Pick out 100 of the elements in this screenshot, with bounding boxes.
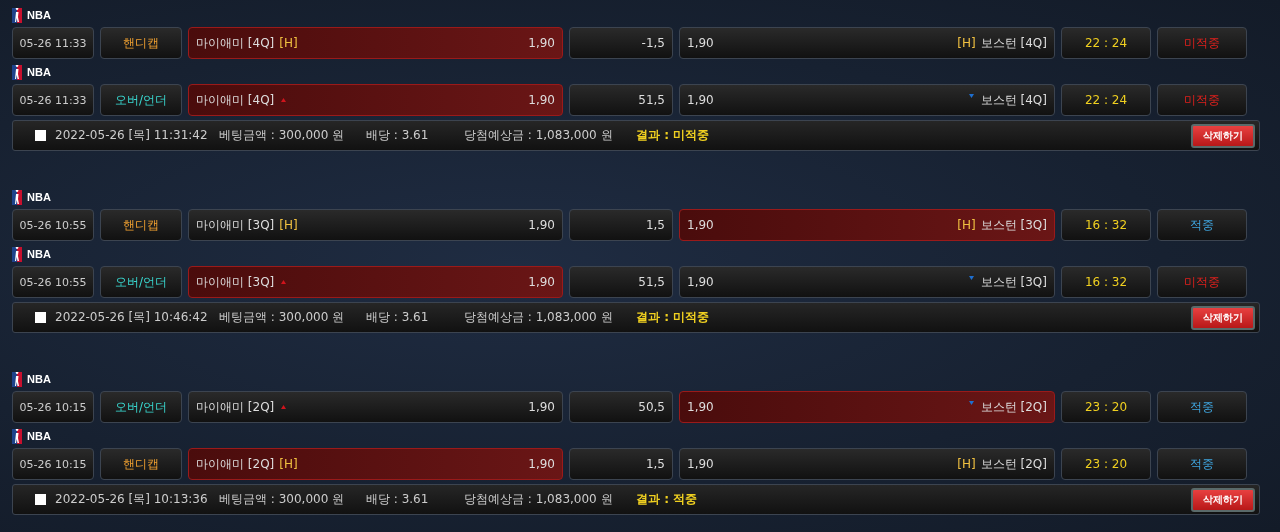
- line-value: 51,5: [569, 266, 673, 298]
- team-name: 보스턴 [2Q]: [980, 398, 1047, 416]
- odds: 1,90: [528, 36, 555, 50]
- match-time: 05-26 10:15: [12, 448, 94, 480]
- home-tag: [H]: [957, 36, 976, 50]
- line-value: 51,5: [569, 84, 673, 116]
- team-name: 보스턴 [3Q]: [980, 273, 1047, 291]
- up-arrow-icon: [281, 98, 287, 102]
- bet-date: 2022-05-26 [목] 10:13:36: [55, 491, 209, 508]
- down-arrow-icon: [968, 94, 974, 98]
- home-tag: [H]: [279, 457, 298, 471]
- home-team-cell[interactable]: 마이애미 [2Q] 1,90: [188, 391, 563, 423]
- odds: 1,90: [687, 457, 714, 471]
- team-name: 보스턴 [3Q]: [980, 216, 1047, 234]
- odds: 1,90: [528, 275, 555, 289]
- odds: 1,90: [687, 275, 714, 289]
- away-team-cell[interactable]: 1,90 [H] 보스턴 [4Q]: [679, 27, 1055, 59]
- total-odds: 배당 : 3.61: [366, 127, 430, 144]
- home-team-cell[interactable]: 마이애미 [4Q] 1,90: [188, 84, 563, 116]
- team-name: 보스턴 [2Q]: [980, 455, 1047, 473]
- market-type: 오버/언더: [100, 266, 182, 298]
- league-name: NBA: [27, 66, 51, 78]
- score: 16 : 32: [1061, 209, 1151, 241]
- away-team-cell[interactable]: 1,90 [H] 보스턴 [2Q]: [679, 448, 1055, 480]
- checkbox[interactable]: [35, 494, 46, 505]
- league-logo-icon: [12, 7, 22, 23]
- down-arrow-icon: [968, 401, 974, 405]
- match-time: 05-26 10:15: [12, 391, 94, 423]
- score: 23 : 20: [1061, 448, 1151, 480]
- market-type: 핸디캡: [100, 27, 182, 59]
- league-name: NBA: [27, 9, 51, 21]
- league-logo-icon: [12, 64, 22, 80]
- score: 23 : 20: [1061, 391, 1151, 423]
- league-name: NBA: [27, 191, 51, 203]
- away-team-cell[interactable]: 1,90 보스턴 [2Q]: [679, 391, 1055, 423]
- home-tag: [H]: [279, 36, 298, 50]
- odds: 1,90: [687, 36, 714, 50]
- league-name: NBA: [27, 373, 51, 385]
- away-team-cell[interactable]: 1,90 보스턴 [3Q]: [679, 266, 1055, 298]
- match-time: 05-26 11:33: [12, 27, 94, 59]
- bet-amount: 베팅금액 : 300,000 원: [219, 127, 346, 144]
- league-name: NBA: [27, 430, 51, 442]
- checkbox[interactable]: [35, 312, 46, 323]
- match-time: 05-26 11:33: [12, 84, 94, 116]
- home-tag: [H]: [279, 218, 298, 232]
- home-team-cell[interactable]: 마이애미 [3Q] [H] 1,90: [188, 209, 563, 241]
- team-name: 마이애미 [4Q]: [196, 91, 275, 109]
- result-status: 미적중: [1157, 27, 1247, 59]
- up-arrow-icon: [281, 280, 287, 284]
- home-team-cell[interactable]: 마이애미 [3Q] 1,90: [188, 266, 563, 298]
- checkbox[interactable]: [35, 130, 46, 141]
- bet-result: 결과 : 적중: [636, 491, 698, 508]
- league-logo-icon: [12, 428, 22, 444]
- line-value: -1,5: [569, 27, 673, 59]
- line-value: 1,5: [569, 209, 673, 241]
- team-name: 마이애미 [3Q]: [196, 273, 275, 291]
- market-type: 핸디캡: [100, 448, 182, 480]
- market-type: 오버/언더: [100, 84, 182, 116]
- match-time: 05-26 10:55: [12, 209, 94, 241]
- delete-button[interactable]: 삭제하기: [1191, 305, 1255, 330]
- bet-date: 2022-05-26 [목] 11:31:42: [55, 127, 209, 144]
- odds: 1,90: [528, 457, 555, 471]
- result-status: 미적중: [1157, 266, 1247, 298]
- team-name: 마이애미 [2Q]: [196, 398, 275, 416]
- up-arrow-icon: [281, 405, 287, 409]
- home-team-cell[interactable]: 마이애미 [2Q] [H] 1,90: [188, 448, 563, 480]
- home-tag: [H]: [957, 218, 976, 232]
- league-logo-icon: [12, 189, 22, 205]
- team-name: 마이애미 [4Q]: [196, 34, 275, 52]
- market-type: 오버/언더: [100, 391, 182, 423]
- odds: 1,90: [528, 93, 555, 107]
- odds: 1,90: [528, 400, 555, 414]
- score: 22 : 24: [1061, 84, 1151, 116]
- market-type: 핸디캡: [100, 209, 182, 241]
- delete-button[interactable]: 삭제하기: [1191, 487, 1255, 512]
- team-name: 마이애미 [2Q]: [196, 455, 275, 473]
- odds: 1,90: [687, 400, 714, 414]
- bet-result: 결과 : 미적중: [636, 309, 710, 326]
- result-status: 적중: [1157, 448, 1247, 480]
- team-name: 마이애미 [3Q]: [196, 216, 275, 234]
- away-team-cell[interactable]: 1,90 보스턴 [4Q]: [679, 84, 1055, 116]
- home-tag: [H]: [957, 457, 976, 471]
- home-team-cell[interactable]: 마이애미 [4Q] [H] 1,90: [188, 27, 563, 59]
- bet-amount: 베팅금액 : 300,000 원: [219, 491, 346, 508]
- league-logo-icon: [12, 371, 22, 387]
- expected-payout: 당첨예상금 : 1,083,000 원: [464, 491, 614, 508]
- line-value: 50,5: [569, 391, 673, 423]
- result-status: 적중: [1157, 391, 1247, 423]
- result-status: 적중: [1157, 209, 1247, 241]
- delete-button[interactable]: 삭제하기: [1191, 123, 1255, 148]
- expected-payout: 당첨예상금 : 1,083,000 원: [464, 127, 614, 144]
- team-name: 보스턴 [4Q]: [980, 91, 1047, 109]
- bet-date: 2022-05-26 [목] 10:46:42: [55, 309, 209, 326]
- away-team-cell[interactable]: 1,90 [H] 보스턴 [3Q]: [679, 209, 1055, 241]
- league-logo-icon: [12, 246, 22, 262]
- odds: 1,90: [687, 93, 714, 107]
- score: 22 : 24: [1061, 27, 1151, 59]
- score: 16 : 32: [1061, 266, 1151, 298]
- expected-payout: 당첨예상금 : 1,083,000 원: [464, 309, 614, 326]
- bet-amount: 베팅금액 : 300,000 원: [219, 309, 346, 326]
